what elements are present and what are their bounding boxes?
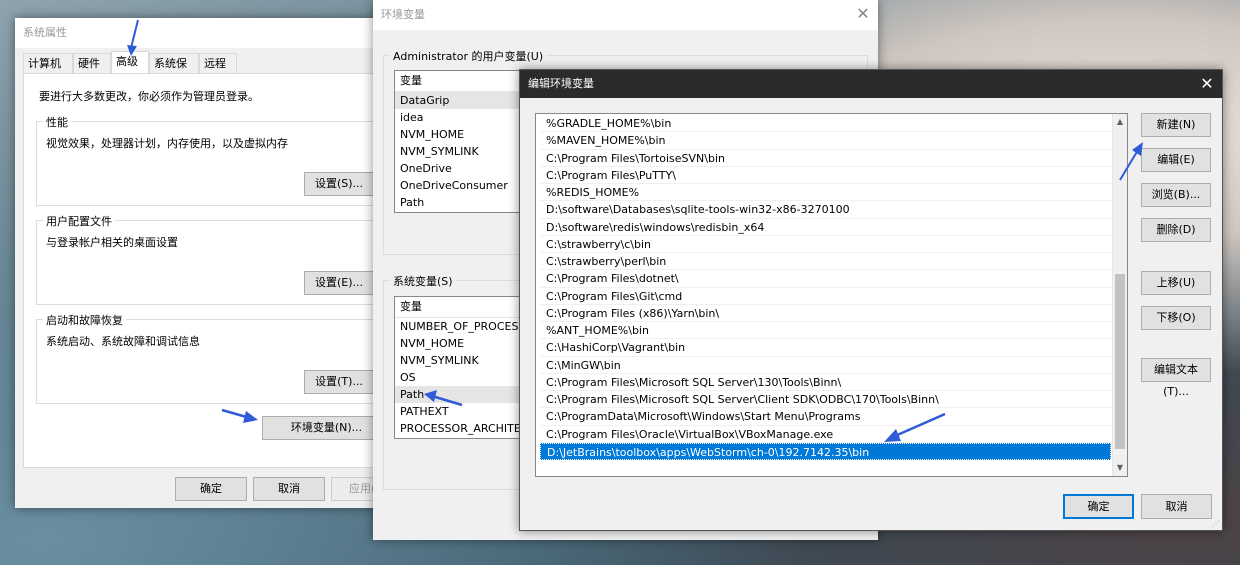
resize-grip-icon[interactable]: ⋰ <box>1212 520 1220 528</box>
list-item[interactable]: Path <box>395 386 522 403</box>
path-entry[interactable]: D:\software\redis\windows\redisbin_x64 <box>540 219 1111 236</box>
path-entry[interactable]: C:\Program Files\PuTTY\ <box>540 167 1111 184</box>
sysprops-cancel-button[interactable]: 取消 <box>253 477 325 501</box>
path-entry[interactable]: C:\Program Files\Microsoft SQL Server\Cl… <box>540 391 1111 409</box>
path-entry[interactable]: C:\MinGW\bin <box>540 357 1111 374</box>
editor-ok-button[interactable]: 确定 <box>1063 494 1134 519</box>
tab-computer-name[interactable]: 计算机名 <box>23 53 73 90</box>
editor-titlebar: 编辑环境变量 ✕ <box>520 70 1222 98</box>
list-item[interactable]: idea <box>395 109 522 126</box>
performance-title: 性能 <box>43 114 71 130</box>
editor-cancel-button[interactable]: 取消 <box>1141 494 1212 519</box>
editor-title: 编辑环境变量 <box>528 77 594 90</box>
list-item[interactable]: NVM_SYMLINK <box>395 143 522 160</box>
scroll-down-icon[interactable]: ▼ <box>1113 460 1127 476</box>
startup-recovery-group: 启动和故障恢复 系统启动、系统故障和调试信息 设置(T)... <box>36 312 391 404</box>
browse-button[interactable]: 浏览(B)... <box>1141 183 1211 207</box>
scroll-thumb[interactable] <box>1115 274 1125 449</box>
path-entries-list[interactable]: %GRADLE_HOME%\bin %MAVEN_HOME%\bin C:\Prog… <box>535 113 1128 477</box>
tab-advanced[interactable]: 高级 <box>111 51 149 74</box>
scroll-up-icon[interactable]: ▲ <box>1113 114 1127 130</box>
envvars-close-icon[interactable]: ✕ <box>848 0 878 30</box>
list-item[interactable]: NVM_HOME <box>395 126 522 143</box>
user-profiles-desc: 与登录帐户相关的桌面设置 <box>46 236 178 249</box>
path-entry[interactable]: C:\HashiCorp\Vagrant\bin <box>540 339 1111 357</box>
edit-environment-variable-window: 编辑环境变量 ✕ %GRADLE_HOME%\bin %MAVEN_HOME%\b… <box>519 69 1223 531</box>
path-rows: %GRADLE_HOME%\bin %MAVEN_HOME%\bin C:\Prog… <box>540 115 1111 460</box>
path-entry[interactable]: %REDIS_HOME% <box>540 184 1111 202</box>
system-variables-list[interactable]: 变量 NUMBER_OF_PROCESSO NVM_HOME NVM_SYMLI… <box>394 296 522 439</box>
path-entry[interactable]: %GRADLE_HOME%\bin <box>540 115 1111 133</box>
user-profiles-title: 用户配置文件 <box>43 213 115 229</box>
path-entry[interactable]: C:\Program Files\TortoiseSVN\bin <box>540 150 1111 167</box>
sysprops-title: 系统属性 <box>23 26 67 39</box>
user-profiles-settings-button[interactable]: 设置(E)... <box>304 271 374 295</box>
system-variables-title: 系统变量(S) <box>390 273 456 289</box>
path-entry[interactable]: C:\Program Files\Microsoft SQL Server\13… <box>540 374 1111 391</box>
list-item[interactable]: OneDrive <box>395 160 522 177</box>
tab-remote[interactable]: 远程 <box>199 53 237 73</box>
path-entry[interactable]: C:\Program Files\Git\cmd <box>540 288 1111 305</box>
list-item[interactable]: DataGrip <box>395 92 522 109</box>
list-item[interactable]: PROCESSOR_ARCHITECT <box>395 420 522 437</box>
edit-text-button[interactable]: 编辑文本(T)... <box>1141 358 1211 398</box>
list-item[interactable]: NVM_HOME <box>395 335 522 352</box>
startup-recovery-desc: 系统启动、系统故障和调试信息 <box>46 335 200 348</box>
list-item[interactable]: NVM_SYMLINK <box>395 352 522 369</box>
sysprops-tab-panel: 要进行大多数更改，你必须作为管理员登录。 性能 视觉效果，处理器计划，内存使用，… <box>23 73 391 468</box>
path-entry[interactable]: C:\Program Files\Oracle\VirtualBox\VBoxM… <box>540 426 1111 443</box>
move-up-button[interactable]: 上移(U) <box>1141 271 1211 295</box>
sysprops-titlebar: 系统属性 <box>15 18 390 48</box>
path-entry[interactable]: C:\strawberry\c\bin <box>540 236 1111 253</box>
edit-button[interactable]: 编辑(E) <box>1141 148 1211 172</box>
list-item[interactable]: PATHEXT <box>395 403 522 420</box>
performance-desc: 视觉效果，处理器计划，内存使用，以及虚拟内存 <box>46 137 288 150</box>
list-item[interactable]: OneDriveConsumer <box>395 177 522 194</box>
sysprops-ok-button[interactable]: 确定 <box>175 477 247 501</box>
system-properties-window: 系统属性 计算机名 硬件 高级 系统保护 远程 要进行大多数更改，你必须作为管理… <box>15 18 391 508</box>
delete-button[interactable]: 删除(D) <box>1141 218 1211 242</box>
path-entry[interactable]: D:\JetBrains\toolbox\apps\WebStorm\ch-0\… <box>540 442 1111 460</box>
admin-note: 要进行大多数更改，你必须作为管理员登录。 <box>39 90 259 103</box>
user-profiles-group: 用户配置文件 与登录帐户相关的桌面设置 设置(E)... <box>36 213 391 305</box>
tab-system-protection[interactable]: 系统保护 <box>149 53 199 90</box>
list-item[interactable]: NUMBER_OF_PROCESSO <box>395 318 522 335</box>
path-entry[interactable]: %ANT_HOME%\bin <box>540 322 1111 340</box>
list-item[interactable]: Path <box>395 194 522 211</box>
path-entry[interactable]: C:\Program Files (x86)\Yarn\bin\ <box>540 305 1111 322</box>
new-button[interactable]: 新建(N) <box>1141 113 1211 137</box>
tab-hardware[interactable]: 硬件 <box>73 53 111 73</box>
path-entry[interactable]: C:\ProgramData\Microsoft\Windows\Start M… <box>540 408 1111 426</box>
path-entry[interactable]: D:\software\Databases\sqlite-tools-win32… <box>540 201 1111 219</box>
user-variables-list[interactable]: 变量 DataGrip idea NVM_HOME NVM_SYMLINK On… <box>394 70 522 213</box>
editor-close-icon[interactable]: ✕ <box>1192 70 1222 98</box>
move-down-button[interactable]: 下移(O) <box>1141 306 1211 330</box>
performance-settings-button[interactable]: 设置(S)... <box>304 172 374 196</box>
user-variables-title: Administrator 的用户变量(U) <box>390 48 547 64</box>
envvars-titlebar: 环境变量 ✕ <box>373 0 878 30</box>
path-entry[interactable]: C:\Program Files\dotnet\ <box>540 270 1111 288</box>
list-item[interactable]: OS <box>395 369 522 386</box>
startup-recovery-settings-button[interactable]: 设置(T)... <box>304 370 374 394</box>
path-list-scrollbar[interactable]: ▲ ▼ <box>1112 114 1127 476</box>
startup-recovery-title: 启动和故障恢复 <box>43 312 126 328</box>
performance-group: 性能 视觉效果，处理器计划，内存使用，以及虚拟内存 设置(S)... <box>36 114 391 206</box>
path-entry[interactable]: %MAVEN_HOME%\bin <box>540 132 1111 150</box>
user-variables-header: 变量 <box>395 71 522 92</box>
system-variables-header: 变量 <box>395 297 522 318</box>
path-entry[interactable]: C:\strawberry\perl\bin <box>540 253 1111 271</box>
envvars-title: 环境变量 <box>381 8 425 21</box>
environment-variables-button[interactable]: 环境变量(N)... <box>262 416 391 440</box>
